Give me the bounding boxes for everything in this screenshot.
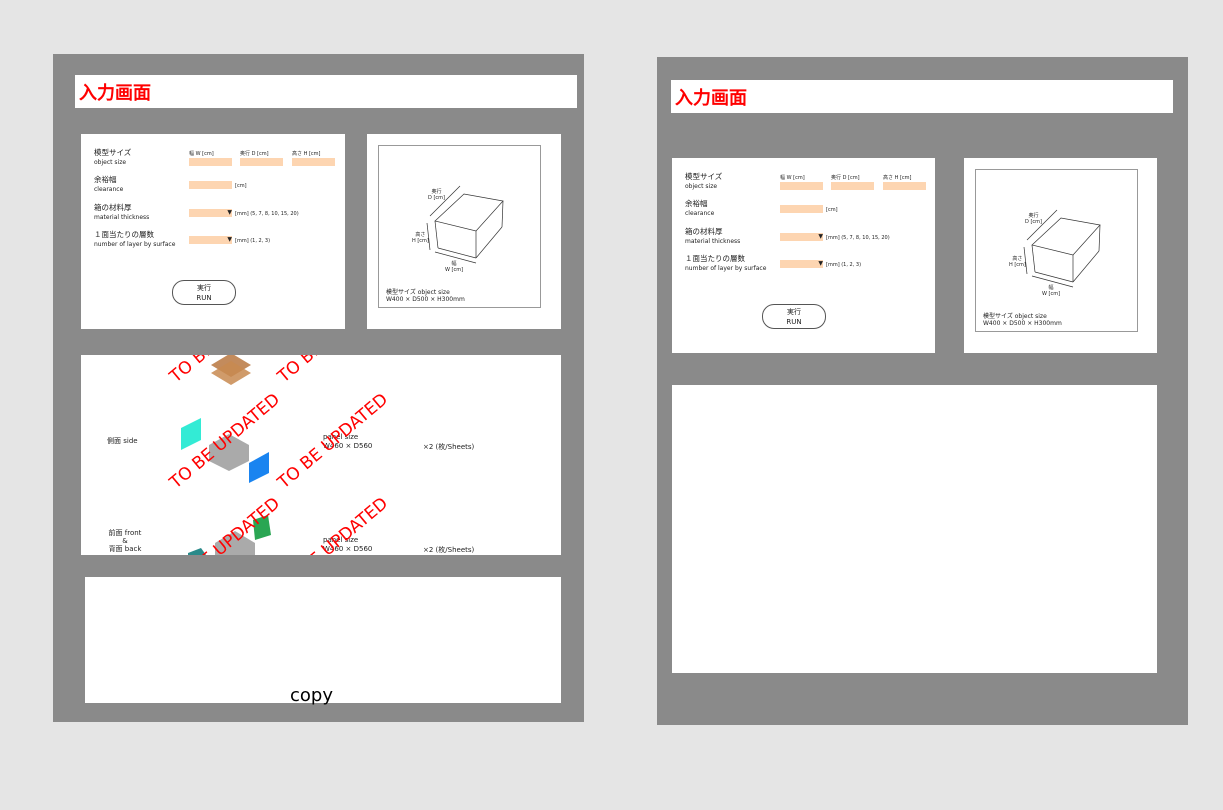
- back-label: 背面 back: [108, 545, 142, 553]
- width-header: 幅 W [cm]: [189, 151, 214, 157]
- input-form-card: 模型サイズ object size 幅 W [cm] 奥行 D [cm] 高さ …: [81, 134, 345, 329]
- layers-select[interactable]: ▼: [189, 236, 232, 244]
- height-input[interactable]: [883, 182, 926, 190]
- chevron-down-icon: ▼: [818, 233, 823, 240]
- side-panel-b: [249, 452, 269, 483]
- object-size-label-en: object size: [94, 159, 127, 166]
- sheet-count: ×2 (枚/Sheets): [423, 443, 475, 451]
- box-diagram-card: 奥行 D [cm] 高さ H [cm] 幅W [cm] 模型サイズ object s…: [367, 134, 561, 329]
- chevron-down-icon: ▼: [818, 260, 823, 267]
- layers-select[interactable]: ▼: [780, 260, 823, 268]
- thickness-label-en: material thickness: [94, 214, 150, 221]
- run-label-en: RUN: [786, 318, 802, 326]
- box-diagram-card: 奥行 D [cm] 高さ H [cm] 幅W [cm] 模型サイズ object s…: [964, 158, 1157, 353]
- layers-label-en: number of layer by surface: [685, 265, 767, 272]
- sheet-count: ×2 (枚/Sheets): [423, 546, 475, 554]
- run-label-en: RUN: [196, 294, 212, 302]
- thickness-label: 箱の材料厚: [685, 227, 723, 236]
- clearance-label: 余裕幅: [94, 175, 117, 184]
- layers-note: [mm] (1, 2, 3): [235, 238, 271, 244]
- height-dim: 高さ H [cm]: [1009, 256, 1026, 268]
- clearance-input[interactable]: [189, 181, 232, 189]
- side-panel-a: [181, 418, 201, 450]
- clearance-unit: [cm]: [826, 207, 838, 213]
- chevron-down-icon: ▼: [227, 209, 232, 216]
- width-dim: 幅W [cm]: [445, 261, 464, 273]
- depth-input[interactable]: [831, 182, 874, 190]
- layers-label-en: number of layer by surface: [94, 241, 176, 248]
- box-diagram: 奥行 D [cm] 高さ H [cm] 幅W [cm] 模型サイズ object s…: [378, 145, 541, 308]
- box-diagram: 奥行 D [cm] 高さ H [cm] 幅W [cm] 模型サイズ object s…: [975, 169, 1138, 332]
- width-header: 幅 W [cm]: [780, 175, 805, 181]
- box-illustration: [426, 185, 504, 264]
- side-label: 側面 side: [107, 437, 138, 445]
- input-form-card: 模型サイズ object size 幅 W [cm] 奥行 D [cm] 高さ …: [672, 158, 935, 353]
- clearance-label-en: clearance: [94, 186, 124, 193]
- front-back-label: 前面 front & 背面 back: [103, 529, 147, 553]
- thickness-note: [mm] (5, 7, 8, 10, 15, 20): [235, 211, 299, 217]
- diagram-caption: 模型サイズ object size: [983, 313, 1047, 320]
- thickness-label-en: material thickness: [685, 238, 741, 245]
- layers-note: [mm] (1, 2, 3): [826, 262, 862, 268]
- front-label: 前面 front: [108, 529, 142, 537]
- height-header: 高さ H [cm]: [883, 175, 912, 181]
- run-label-jp: 実行: [787, 308, 801, 316]
- clearance-unit: [cm]: [235, 183, 247, 189]
- thickness-note: [mm] (5, 7, 8, 10, 15, 20): [826, 235, 890, 241]
- depth-header: 奥行 D [cm]: [240, 151, 269, 157]
- results-panel-empty: [672, 385, 1157, 673]
- height-header: 高さ H [cm]: [292, 151, 321, 157]
- thickness-label: 箱の材料厚: [94, 203, 132, 212]
- run-button[interactable]: 実行 RUN: [762, 304, 826, 329]
- depth-dim: 奥行 D [cm]: [428, 189, 445, 201]
- copy-label[interactable]: copy: [290, 685, 333, 706]
- diagram-dimensions: W400 × D500 × H300mm: [983, 320, 1062, 327]
- width-input[interactable]: [780, 182, 823, 190]
- diagram-caption: 模型サイズ object size: [386, 289, 450, 296]
- run-label-jp: 実行: [197, 284, 211, 292]
- height-input[interactable]: [292, 158, 335, 166]
- chevron-down-icon: ▼: [227, 236, 232, 243]
- page-title: 入力画面: [671, 80, 1173, 113]
- width-dim: 幅W [cm]: [1042, 285, 1061, 297]
- run-button[interactable]: 実行 RUN: [172, 280, 236, 305]
- object-size-label: 模型サイズ: [94, 148, 132, 157]
- layers-label: １面当たりの層数: [685, 254, 745, 263]
- diagram-dimensions: W400 × D500 × H300mm: [386, 296, 465, 303]
- clearance-label-en: clearance: [685, 210, 715, 217]
- results-panel[interactable]: 側面 side panel size W460 × D560 ×2 (枚/She…: [81, 355, 561, 555]
- depth-input[interactable]: [240, 158, 283, 166]
- page-title: 入力画面: [75, 75, 577, 108]
- object-size-label-en: object size: [685, 183, 718, 190]
- clearance-input[interactable]: [780, 205, 823, 213]
- box-illustration: [1023, 209, 1101, 288]
- height-dim: 高さ H [cm]: [412, 232, 429, 244]
- layers-label: １面当たりの層数: [94, 230, 154, 239]
- thickness-select[interactable]: ▼: [780, 233, 823, 241]
- object-size-label: 模型サイズ: [685, 172, 723, 181]
- thickness-select[interactable]: ▼: [189, 209, 232, 217]
- clearance-label: 余裕幅: [685, 199, 708, 208]
- depth-header: 奥行 D [cm]: [831, 175, 860, 181]
- ampersand-label: &: [122, 537, 128, 545]
- width-input[interactable]: [189, 158, 232, 166]
- depth-dim: 奥行 D [cm]: [1025, 213, 1042, 225]
